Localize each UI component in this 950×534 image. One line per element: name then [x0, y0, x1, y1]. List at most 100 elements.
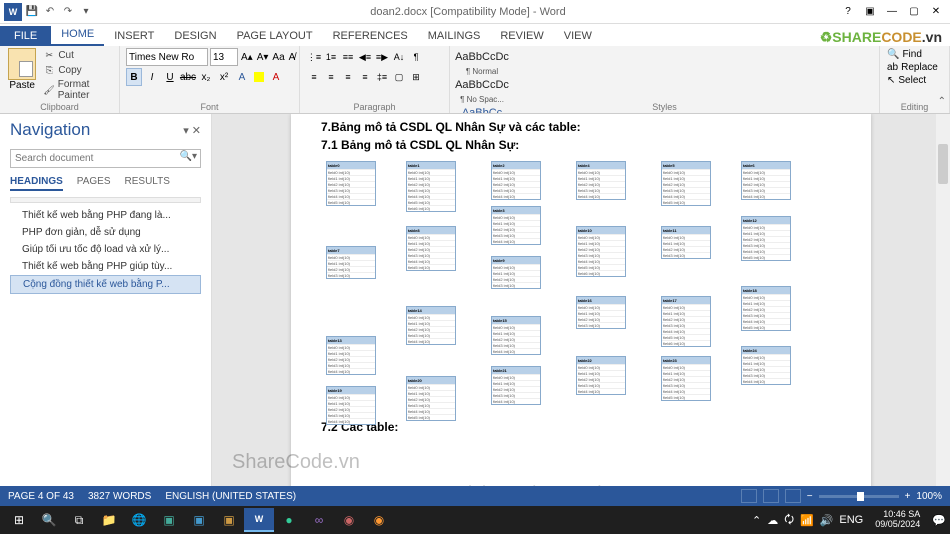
tab-page-layout[interactable]: PAGE LAYOUT	[227, 26, 323, 46]
document-area[interactable]: 7.Bảng mô tả CSDL QL Nhân Sự và các tabl…	[212, 114, 950, 494]
format-painter-button[interactable]: 🖌Format Painter	[42, 78, 113, 102]
tab-view[interactable]: VIEW	[554, 26, 602, 46]
decrease-indent-icon[interactable]: ◀≡	[357, 48, 373, 66]
redo-icon[interactable]: ↷	[60, 4, 76, 20]
nav-close-icon[interactable]: ▾ ✕	[183, 124, 201, 137]
minimize-icon[interactable]: —	[882, 3, 902, 21]
change-case-icon[interactable]: Aa	[271, 48, 285, 66]
app-icon-2[interactable]: ▣	[184, 508, 214, 532]
shrink-font-icon[interactable]: A▾	[256, 48, 270, 66]
style-box[interactable]: AaBbCcDc¶ No Spac...	[454, 78, 510, 105]
maximize-icon[interactable]: ▢	[904, 3, 924, 21]
nav-item[interactable]: Thiết kế web bằng PHP giúp tùy...	[10, 258, 201, 275]
replace-button[interactable]: abReplace	[886, 61, 943, 74]
multilevel-icon[interactable]: ≡≡	[340, 48, 356, 66]
nav-collapse-bar[interactable]	[10, 197, 201, 203]
underline-button[interactable]: U	[162, 68, 178, 86]
numbering-icon[interactable]: 1≡	[323, 48, 339, 66]
help-icon[interactable]: ?	[838, 3, 858, 21]
close-icon[interactable]: ✕	[926, 3, 946, 21]
cut-button[interactable]: ✂Cut	[42, 48, 113, 62]
chrome-icon[interactable]: 🌐	[124, 508, 154, 532]
explorer-icon[interactable]: 📁	[94, 508, 124, 532]
line-spacing-icon[interactable]: ‡≡	[374, 68, 390, 86]
vertical-scrollbar[interactable]	[936, 114, 950, 494]
tab-references[interactable]: REFERENCES	[323, 26, 418, 46]
paste-button[interactable]: Paste	[6, 48, 38, 102]
highlight-icon[interactable]	[254, 72, 264, 82]
app-icon-5[interactable]: ◉	[334, 508, 364, 532]
nav-item[interactable]: PHP đơn giản, dễ sử dụng	[10, 224, 201, 241]
collapse-ribbon-icon[interactable]: ⌃	[938, 96, 946, 107]
task-view-icon[interactable]: ⧉	[64, 508, 94, 532]
increase-indent-icon[interactable]: ≡▶	[374, 48, 390, 66]
select-button[interactable]: ↖Select	[886, 74, 943, 87]
start-button[interactable]: ⊞	[4, 508, 34, 532]
copy-button[interactable]: ⎘Copy	[42, 63, 113, 77]
view-web-icon[interactable]	[785, 489, 801, 503]
show-marks-icon[interactable]: ¶	[408, 48, 424, 66]
zoom-in-icon[interactable]: +	[905, 491, 911, 502]
save-icon[interactable]: 💾	[24, 4, 40, 20]
view-read-icon[interactable]	[741, 489, 757, 503]
tray-wifi-icon[interactable]: 📶	[800, 514, 814, 527]
tray-lang[interactable]: ENG	[839, 514, 863, 526]
nav-tab-results[interactable]: RESULTS	[125, 176, 170, 191]
tab-review[interactable]: REVIEW	[490, 26, 553, 46]
app-icon-4[interactable]: ●	[274, 508, 304, 532]
app-icon-6[interactable]: ◉	[364, 508, 394, 532]
font-name-select[interactable]	[126, 48, 208, 66]
search-icon[interactable]: 🔍▾	[180, 151, 197, 162]
tab-mailings[interactable]: MAILINGS	[418, 26, 491, 46]
subscript-button[interactable]: x₂	[198, 68, 214, 86]
nav-tab-pages[interactable]: PAGES	[77, 176, 111, 191]
tab-file[interactable]: FILE	[0, 26, 51, 46]
find-button[interactable]: 🔍Find	[886, 48, 943, 61]
zoom-out-icon[interactable]: −	[807, 491, 813, 502]
bullets-icon[interactable]: ⋮≡	[306, 48, 322, 66]
grow-font-icon[interactable]: A▴	[240, 48, 254, 66]
view-print-icon[interactable]	[763, 489, 779, 503]
status-lang[interactable]: ENGLISH (UNITED STATES)	[165, 491, 296, 502]
font-size-select[interactable]	[210, 48, 238, 66]
ribbon-options-icon[interactable]: ▣	[860, 3, 880, 21]
sort-icon[interactable]: A↓	[391, 48, 407, 66]
tab-insert[interactable]: INSERT	[104, 26, 164, 46]
notifications-icon[interactable]: 💬	[932, 514, 946, 527]
zoom-slider[interactable]	[819, 495, 899, 498]
borders-icon[interactable]: ⊞	[408, 68, 424, 86]
search-button[interactable]: 🔍	[34, 508, 64, 532]
italic-button[interactable]: I	[144, 68, 160, 86]
tray-sync-icon[interactable]: 🗘	[784, 511, 794, 530]
tab-home[interactable]: HOME	[51, 24, 104, 46]
page[interactable]: 7.Bảng mô tả CSDL QL Nhân Sự và các tabl…	[291, 114, 871, 494]
strike-button[interactable]: abc	[180, 68, 196, 86]
font-color-icon[interactable]: A	[268, 68, 284, 86]
text-effects-icon[interactable]: A	[234, 68, 250, 86]
style-box[interactable]: AaBbCcDc¶ Normal	[454, 50, 510, 77]
align-left-icon[interactable]: ≡	[306, 68, 322, 86]
nav-item[interactable]: Cộng đồng thiết kế web bằng P...	[10, 275, 201, 294]
nav-search-input[interactable]	[10, 149, 201, 168]
tab-design[interactable]: DESIGN	[164, 26, 226, 46]
clock[interactable]: 10:46 SA09/05/2024	[869, 510, 926, 530]
nav-item[interactable]: Giúp tối ưu tốc độ load và xử lý...	[10, 241, 201, 258]
app-icon-3[interactable]: ▣	[214, 508, 244, 532]
app-icon-1[interactable]: ▣	[154, 508, 184, 532]
tray-chevron-icon[interactable]: ⌃	[752, 514, 761, 527]
undo-icon[interactable]: ↶	[42, 4, 58, 20]
superscript-button[interactable]: x²	[216, 68, 232, 86]
word-taskbar-icon[interactable]: W	[244, 508, 274, 532]
align-right-icon[interactable]: ≡	[340, 68, 356, 86]
justify-icon[interactable]: ≡	[357, 68, 373, 86]
status-words[interactable]: 3827 WORDS	[88, 491, 151, 502]
scroll-thumb[interactable]	[938, 144, 948, 184]
zoom-handle[interactable]	[857, 492, 864, 501]
status-page[interactable]: PAGE 4 OF 43	[8, 491, 74, 502]
zoom-level[interactable]: 100%	[916, 491, 942, 502]
nav-tab-headings[interactable]: HEADINGS	[10, 176, 63, 191]
shading-icon[interactable]: ▢	[391, 68, 407, 86]
tray-onedrive-icon[interactable]: ☁	[767, 514, 778, 527]
clear-format-icon[interactable]: A̸	[288, 48, 297, 66]
bold-button[interactable]: B	[126, 68, 142, 86]
